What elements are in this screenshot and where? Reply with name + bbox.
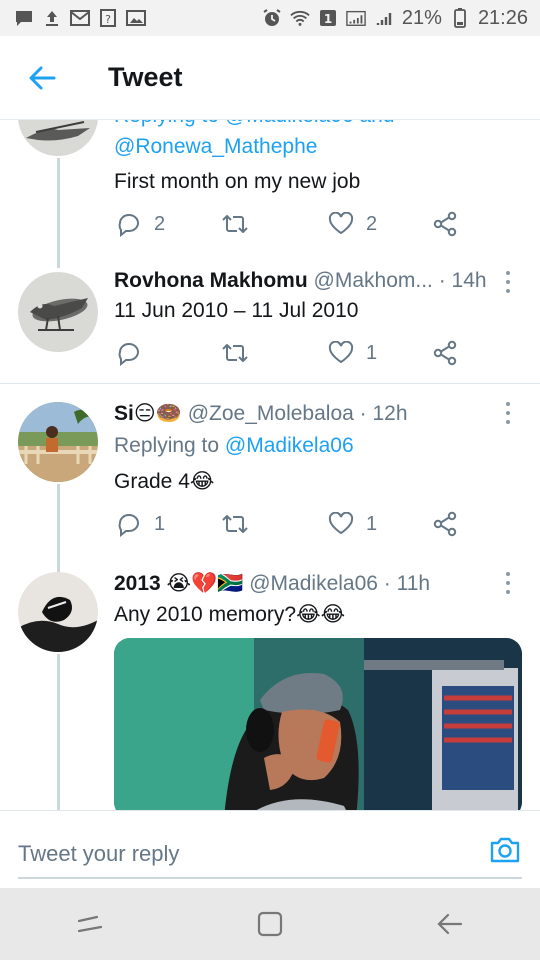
avatar[interactable] bbox=[18, 120, 98, 156]
reply-button[interactable]: 2 bbox=[116, 209, 165, 239]
gmail-icon bbox=[70, 9, 90, 27]
reply-icon bbox=[118, 514, 139, 537]
display-name[interactable]: Rovhona Makhomu bbox=[114, 269, 308, 292]
home-icon bbox=[257, 911, 283, 937]
more-options-button[interactable] bbox=[498, 399, 518, 427]
heart-icon bbox=[328, 512, 354, 535]
replying-to[interactable]: Replying to @Madikela06 and bbox=[114, 120, 395, 128]
message-icon bbox=[14, 9, 34, 27]
svg-text:?: ? bbox=[105, 13, 111, 26]
tweet-text: First month on my new job bbox=[114, 170, 361, 193]
back-button[interactable] bbox=[0, 36, 84, 120]
share-icon bbox=[433, 511, 457, 537]
tweet-header: Si😑🍩 @Zoe_Molebaloa · 12h bbox=[114, 401, 408, 426]
thread-line bbox=[57, 654, 60, 810]
svg-text:1: 1 bbox=[324, 12, 332, 26]
more-options-button[interactable] bbox=[498, 569, 518, 597]
avatar[interactable] bbox=[18, 272, 98, 352]
retweet-icon bbox=[222, 515, 248, 533]
reply-button[interactable] bbox=[116, 338, 154, 368]
back-icon bbox=[437, 913, 463, 935]
tweet-time: · 14h bbox=[438, 269, 487, 292]
signal-icon bbox=[346, 9, 366, 27]
tweet-text: 11 Jun 2010 – 11 Jul 2010 bbox=[114, 299, 359, 322]
share-button[interactable] bbox=[432, 338, 458, 368]
like-count: 1 bbox=[366, 341, 378, 364]
share-button[interactable] bbox=[432, 209, 458, 239]
username[interactable]: @Madikela06 bbox=[249, 572, 378, 595]
reply-icon bbox=[118, 214, 139, 237]
reply-count: 2 bbox=[154, 212, 166, 235]
recent-apps-button[interactable] bbox=[50, 894, 130, 954]
like-button[interactable]: 2 bbox=[328, 209, 377, 239]
wifi-icon bbox=[290, 9, 310, 27]
share-icon bbox=[433, 211, 457, 237]
battery-icon bbox=[450, 8, 470, 28]
alarm-icon bbox=[262, 9, 282, 27]
unknown-app-icon: ? bbox=[98, 9, 118, 27]
tweet-header: Rovhona Makhomu @Makhom... · 14h bbox=[114, 269, 487, 293]
retweet-button[interactable] bbox=[220, 509, 250, 539]
retweet-button[interactable] bbox=[220, 338, 250, 368]
tweet-time: · 11h bbox=[383, 572, 431, 595]
username[interactable]: @Zoe_Molebaloa bbox=[188, 402, 354, 425]
status-bar: ? 1 21% 21:26 bbox=[0, 0, 540, 36]
tweet-image[interactable] bbox=[114, 638, 522, 810]
display-name[interactable]: 2013 😭💔🇿🇦 bbox=[114, 572, 243, 595]
like-count: 2 bbox=[366, 212, 378, 235]
replying-to-handle[interactable]: @Madikela06 bbox=[225, 434, 354, 457]
system-indicators: 1 21% 21:26 bbox=[262, 7, 528, 30]
battery-percent: 21% bbox=[401, 6, 442, 29]
signal-icon-2 bbox=[374, 9, 394, 27]
reply-button[interactable]: 1 bbox=[116, 509, 165, 539]
back-nav-button[interactable] bbox=[410, 894, 490, 954]
username[interactable]: @Makhom... bbox=[314, 269, 433, 292]
camera-icon bbox=[490, 837, 520, 863]
divider bbox=[0, 383, 540, 384]
tweet-time: · 12h bbox=[359, 402, 408, 425]
avatar[interactable] bbox=[18, 572, 98, 652]
upload-icon bbox=[42, 9, 62, 27]
app-header: Tweet bbox=[0, 36, 540, 120]
reply-count: 1 bbox=[154, 512, 166, 535]
page-title: Tweet bbox=[108, 62, 183, 92]
clock: 21:26 bbox=[477, 6, 528, 29]
heart-icon bbox=[328, 212, 354, 235]
retweet-icon bbox=[222, 344, 248, 362]
tweet-actions: 1 bbox=[116, 338, 476, 368]
tweet-text: Any 2010 memory?😂😂 bbox=[114, 603, 346, 626]
tweet-thread[interactable]: Replying to @Madikela06 and @Ronewa_Math… bbox=[0, 120, 540, 810]
share-button[interactable] bbox=[432, 509, 458, 539]
retweet-icon bbox=[222, 215, 248, 233]
tweet-actions: 1 1 bbox=[116, 509, 476, 539]
like-button[interactable]: 1 bbox=[328, 509, 377, 539]
replying-to: Replying to @Madikela06 bbox=[114, 434, 354, 458]
avatar[interactable] bbox=[18, 402, 98, 482]
replying-to-handle[interactable]: @Ronewa_Mathephe bbox=[114, 135, 317, 159]
replying-to-label: Replying to bbox=[114, 434, 225, 457]
image-icon bbox=[126, 9, 146, 27]
tweet-text: Grade 4😂 bbox=[114, 470, 215, 493]
retweet-button[interactable] bbox=[220, 209, 250, 239]
like-count: 1 bbox=[366, 512, 378, 535]
arrow-left-icon bbox=[29, 66, 56, 89]
thread-line bbox=[57, 484, 60, 574]
reply-input[interactable] bbox=[18, 831, 522, 879]
system-nav-bar bbox=[0, 888, 540, 960]
share-icon bbox=[433, 340, 457, 366]
camera-button[interactable] bbox=[488, 833, 522, 867]
more-options-button[interactable] bbox=[498, 268, 518, 296]
sim-1-icon: 1 bbox=[318, 9, 338, 27]
like-button[interactable]: 1 bbox=[328, 338, 377, 368]
notification-icons: ? bbox=[14, 9, 146, 27]
heart-icon bbox=[328, 341, 354, 364]
reply-icon bbox=[118, 343, 139, 366]
display-name[interactable]: Si😑🍩 bbox=[114, 402, 182, 425]
recent-apps-icon bbox=[77, 915, 103, 933]
home-button[interactable] bbox=[230, 894, 310, 954]
tweet-header: 2013 😭💔🇿🇦 @Madikela06 · 11h bbox=[114, 571, 430, 596]
tweet-actions: 2 2 bbox=[116, 209, 476, 239]
thread-line bbox=[57, 158, 60, 268]
reply-composer bbox=[0, 810, 540, 888]
